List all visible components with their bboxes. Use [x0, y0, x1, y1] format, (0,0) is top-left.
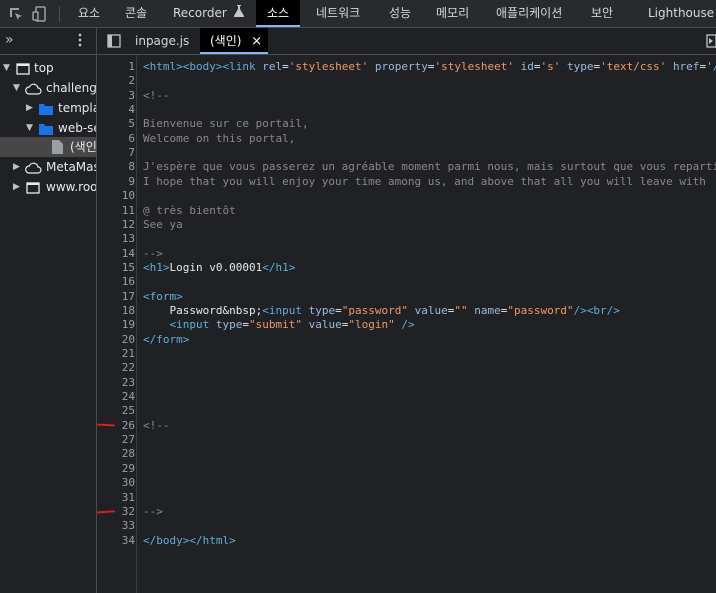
code-line[interactable]: --> — [143, 247, 163, 261]
expanded-arrow-icon: ▼ — [26, 123, 33, 133]
tree-item-index-file[interactable]: (색인 — [0, 137, 97, 157]
file-tab-inpage-js[interactable]: inpage.js — [135, 28, 189, 54]
collapsed-arrow-icon: ▶ — [13, 182, 20, 192]
folder-icon — [39, 101, 53, 121]
line-number[interactable]: 23 — [97, 376, 135, 390]
line-number[interactable]: 27 — [97, 433, 135, 447]
tab-recorder[interactable]: Recorder — [173, 0, 244, 27]
code-line[interactable]: <input type="submit" value="login" /> — [143, 318, 415, 332]
devtools-toolbar: 요소 콘솔 Recorder 소스 네트워크 성능 메모리 애플리케이션 보안 … — [0, 0, 716, 28]
device-toolbar-icon[interactable] — [32, 6, 48, 22]
line-number[interactable]: 19 — [97, 318, 135, 332]
code-line[interactable]: Password&nbsp;<input type="password" val… — [143, 304, 619, 318]
line-number[interactable]: 29 — [97, 462, 135, 476]
code-line[interactable]: J'espère que vous passerez un agréable m… — [143, 160, 716, 174]
code-line[interactable]: <h1>Login v0.00001</h1> — [143, 261, 295, 275]
expanded-arrow-icon: ▼ — [13, 83, 20, 93]
line-number[interactable]: 22 — [97, 361, 135, 375]
file-navigator: » ▼ top ▼ challenge ▶ templat ▼ web-se — [0, 28, 97, 593]
line-number[interactable]: 20 — [97, 333, 135, 347]
tab-elements[interactable]: 요소 — [78, 0, 100, 27]
line-number[interactable]: 15 — [97, 261, 135, 275]
line-number[interactable]: 18 — [97, 304, 135, 318]
code-line[interactable]: @ très bientôt — [143, 204, 236, 218]
line-number[interactable]: 17 — [97, 290, 135, 304]
line-number[interactable]: 31 — [97, 491, 135, 505]
code-line[interactable]: See ya — [143, 218, 183, 232]
code-line[interactable]: Welcome on this portal, — [143, 132, 295, 146]
line-number[interactable]: 8 — [97, 160, 135, 174]
inspect-element-icon[interactable] — [8, 6, 24, 22]
line-number[interactable]: 2 — [97, 74, 135, 88]
toggle-debugger-icon[interactable] — [706, 34, 716, 51]
toolbar-divider — [59, 6, 60, 22]
editor-tab-strip: inpage.js (색인) × — [97, 28, 716, 55]
line-number[interactable]: 28 — [97, 447, 135, 461]
line-number[interactable]: 30 — [97, 476, 135, 490]
cloud-icon — [25, 160, 42, 180]
tree-item-label: web-se — [58, 121, 97, 135]
line-number[interactable]: 21 — [97, 347, 135, 361]
tree-item-label: challenge — [46, 81, 97, 95]
line-number[interactable]: 16 — [97, 275, 135, 289]
frame-icon — [26, 180, 40, 200]
line-number[interactable]: 11 — [97, 204, 135, 218]
tab-sources[interactable]: 소스 — [256, 0, 301, 27]
line-number[interactable]: 13 — [97, 232, 135, 246]
line-number[interactable]: 7 — [97, 146, 135, 160]
tab-security[interactable]: 보안 — [591, 0, 613, 27]
code-line[interactable]: --> — [143, 505, 163, 519]
code-line[interactable]: <html><body><link rel='stylesheet' prope… — [143, 60, 716, 74]
close-tab-icon[interactable]: × — [251, 34, 262, 49]
tree-item-label: (색인 — [70, 140, 97, 154]
line-number[interactable]: 1 — [97, 60, 135, 74]
tree-item-label: templat — [58, 101, 96, 115]
code-line[interactable]: </body></html> — [143, 534, 236, 548]
line-number[interactable]: 24 — [97, 390, 135, 404]
line-number[interactable]: 34 — [97, 534, 135, 548]
collapsed-arrow-icon: ▶ — [26, 103, 33, 113]
line-number[interactable]: 14 — [97, 247, 135, 261]
code-line[interactable]: <!-- — [143, 419, 170, 433]
tab-console[interactable]: 콘솔 — [125, 0, 147, 27]
tree-item-label: top — [34, 61, 54, 75]
tab-application[interactable]: 애플리케이션 — [496, 0, 562, 27]
code-editor[interactable]: 1 2 3 4 5 6 7 8 9 10 11 12 13 14 15 16 17 18 19 20 21 22 23 24 2… — [97, 55, 716, 593]
flask-icon — [233, 0, 244, 27]
tab-performance[interactable]: 성능 — [389, 0, 411, 27]
tree-item-label: www.root — [46, 180, 97, 194]
toggle-navigator-icon[interactable] — [107, 34, 121, 51]
file-tab-index[interactable]: (색인) × — [200, 28, 269, 54]
code-line[interactable]: <form> — [143, 290, 183, 304]
line-number[interactable]: 33 — [97, 519, 135, 533]
code-line[interactable]: I hope that you will enjoy your time amo… — [143, 175, 713, 189]
file-tab-label: (색인) — [210, 34, 242, 48]
line-number[interactable]: 3 — [97, 89, 135, 103]
kebab-menu-icon[interactable] — [78, 33, 82, 50]
line-number[interactable]: 5 — [97, 117, 135, 131]
line-number[interactable]: 25 — [97, 404, 135, 418]
tab-lighthouse[interactable]: Lighthouse — [648, 0, 714, 27]
code-line[interactable]: Bienvenue sur ce portail, — [143, 117, 309, 131]
line-number[interactable]: 4 — [97, 103, 135, 117]
line-number[interactable]: 6 — [97, 132, 135, 146]
code-line[interactable]: <!-- — [143, 89, 170, 103]
line-number[interactable]: 10 — [97, 189, 135, 203]
line-number[interactable]: 12 — [97, 218, 135, 232]
code-line[interactable]: </form> — [143, 333, 189, 347]
collapsed-arrow-icon: ▶ — [13, 162, 20, 172]
tab-recorder-label: Recorder — [173, 6, 227, 20]
more-tabs-icon[interactable]: » — [5, 32, 14, 48]
line-number[interactable]: 9 — [97, 175, 135, 189]
tab-network[interactable]: 네트워크 — [316, 0, 360, 27]
expanded-arrow-icon: ▼ — [3, 63, 10, 73]
tab-memory[interactable]: 메모리 — [436, 0, 469, 27]
tree-item-label: MetaMask — [46, 160, 96, 174]
navigator-header: » — [0, 28, 96, 55]
